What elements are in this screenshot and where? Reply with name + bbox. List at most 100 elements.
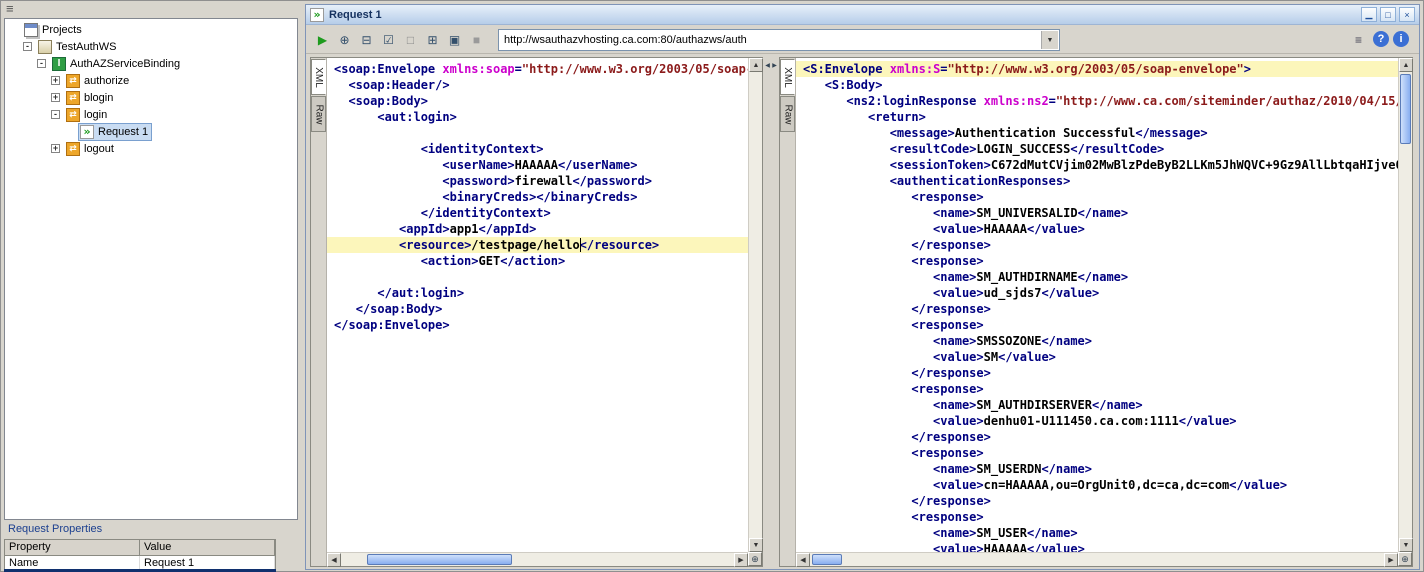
endpoint-url: http://wsauthazvhosting.ca.com:80/authaz…: [504, 34, 747, 46]
properties-table-body: Name Request 1: [5, 556, 275, 570]
scroll-up-icon[interactable]: ▲: [1399, 58, 1413, 72]
xml-line: <name>SM_AUTHDIRNAME</name>: [933, 270, 1129, 284]
tab-raw[interactable]: Raw: [311, 96, 326, 132]
stop-button[interactable]: □: [400, 29, 421, 50]
xml-line: </soap:Body>: [355, 302, 443, 316]
tree-item-inner: authorize: [64, 72, 133, 90]
tree-item-request-1[interactable]: Request 1: [5, 122, 297, 141]
tree-item-testauthws[interactable]: - TestAuthWS: [5, 38, 297, 55]
xml-line: <value>HAAAAA</value>: [933, 542, 1085, 552]
xml-line: <response>: [911, 382, 984, 396]
request-editor-pane: XML Raw <soap:Envelope xmlns:soap="http:/…: [310, 57, 763, 567]
close-button[interactable]: ×: [1399, 7, 1415, 22]
scroll-left-icon[interactable]: ◀: [796, 553, 810, 567]
minus-expander-icon[interactable]: -: [23, 42, 32, 51]
xml-line: <soap:Body>: [348, 94, 428, 108]
collapse-left-icon[interactable]: ◀: [764, 59, 771, 71]
xml-line: <ns2:loginResponse xmlns:ns2="http://www…: [846, 94, 1398, 108]
xml-line: <S:Body>: [824, 78, 883, 92]
plus-expander-icon[interactable]: +: [51, 93, 60, 102]
tab-xml[interactable]: XML: [780, 59, 795, 95]
tab-raw[interactable]: Raw: [780, 96, 795, 132]
request-horizontal-scrollbar[interactable]: ◀ ▶: [327, 552, 748, 567]
scroll-right-icon[interactable]: ▶: [1384, 553, 1398, 567]
xml-line: <message>Authentication Successful</mess…: [889, 126, 1208, 140]
plus-expander-icon[interactable]: +: [51, 76, 60, 85]
minus-expander-icon[interactable]: -: [51, 110, 60, 119]
maximize-button[interactable]: □: [1380, 7, 1396, 22]
scroll-right-icon[interactable]: ▶: [734, 553, 748, 567]
text-caret: [579, 238, 581, 252]
collapse-right-icon[interactable]: ▶: [771, 59, 778, 71]
tab-label: XML: [313, 66, 324, 88]
view-settings-button[interactable]: ≡: [1348, 29, 1369, 50]
zoom-corner-button[interactable]: ⊕: [748, 552, 762, 566]
tree-item-projects[interactable]: Projects: [5, 21, 297, 38]
combobox-arrow-icon[interactable]: ▼: [1041, 31, 1058, 49]
property-row[interactable]: Name Request 1: [5, 556, 275, 570]
tree-item-label: TestAuthWS: [56, 40, 117, 53]
clone-request-button[interactable]: ⊞: [422, 29, 443, 50]
scroll-up-icon[interactable]: ▲: [749, 58, 763, 72]
recreate-request-button[interactable]: ⊟: [356, 29, 377, 50]
tree-item-logout[interactable]: + logout: [5, 140, 297, 157]
panel-menu-icon[interactable]: ≡: [6, 1, 14, 16]
xml-line: <userName>HAAAAA</userName>: [442, 158, 638, 172]
properties-table-header: Property Value: [5, 540, 275, 556]
scrollbar-thumb[interactable]: [812, 554, 842, 565]
response-xml-editor[interactable]: <S:Envelope xmlns:S="http://www.w3.org/2…: [796, 59, 1398, 552]
open-window-button[interactable]: ▣: [444, 29, 465, 50]
xml-line: <return>: [868, 110, 926, 124]
add-to-testcase-button[interactable]: ⊕: [334, 29, 355, 50]
minimize-button[interactable]: ▁: [1361, 7, 1377, 22]
tree-item-login[interactable]: - login: [5, 106, 297, 123]
xml-line: </soap:Envelope>: [334, 318, 450, 332]
plus-expander-icon[interactable]: +: [51, 144, 60, 153]
xml-line: <response>: [911, 254, 984, 268]
validate-button[interactable]: ☑: [378, 29, 399, 50]
operation-icon: [66, 90, 80, 105]
xml-line: </response>: [911, 302, 991, 316]
tree-item-authazservicebinding[interactable]: - AuthAZServiceBinding: [5, 55, 297, 72]
tree-item-authorize[interactable]: + authorize: [5, 72, 297, 89]
column-header-value: Value: [140, 540, 275, 556]
tree-item-inner: AuthAZServiceBinding: [50, 55, 184, 73]
tree-item-blogin[interactable]: + blogin: [5, 89, 297, 106]
response-vertical-scrollbar[interactable]: ▲ ▼: [1398, 58, 1413, 552]
xml-line: <authenticationResponses>: [889, 174, 1071, 188]
response-horizontal-scrollbar[interactable]: ◀ ▶: [796, 552, 1398, 567]
window-buttons: ▁ □ ×: [1361, 7, 1415, 22]
xml-line: <resource>/testpage/hello</resource>: [327, 237, 748, 253]
request-window: Request 1 ▁□× ▶⊕⊟☑□⊞▣■ http://wsauthazvh…: [305, 4, 1420, 570]
property-value-cell[interactable]: Request 1: [140, 556, 275, 570]
scrollbar-thumb[interactable]: [1400, 74, 1411, 144]
editor-splitter[interactable]: ◀ ▶: [763, 57, 779, 567]
request-vertical-scrollbar[interactable]: ▲ ▼: [748, 58, 763, 552]
request-xml-editor[interactable]: <soap:Envelope xmlns:soap="http://www.w3…: [327, 59, 748, 552]
scrollbar-thumb[interactable]: [367, 554, 512, 565]
request-properties-table[interactable]: Property Value Name Request 1: [4, 539, 276, 571]
operation-icon: [66, 107, 80, 122]
scroll-left-icon[interactable]: ◀: [327, 553, 341, 567]
window-titlebar[interactable]: Request 1 ▁□×: [306, 5, 1419, 25]
tab-xml[interactable]: XML: [311, 59, 326, 95]
projects-tree[interactable]: Projects - TestAuthWS - AuthAZServiceBinding…: [4, 18, 298, 520]
endpoint-combobox[interactable]: http://wsauthazvhosting.ca.com:80/authaz…: [498, 29, 1060, 51]
tree-item-inner: TestAuthWS: [36, 38, 121, 56]
minus-expander-icon[interactable]: -: [37, 59, 46, 68]
zoom-corner-button[interactable]: ⊕: [1398, 552, 1412, 566]
xml-line: <value>denhu01-U111450.ca.com:1111</valu…: [933, 414, 1237, 428]
scroll-down-icon[interactable]: ▼: [749, 538, 763, 552]
help-button[interactable]: ?: [1373, 31, 1389, 47]
selected-tree-item: Request 1: [78, 122, 153, 141]
xml-line: <response>: [911, 446, 984, 460]
cancel-button[interactable]: ■: [466, 29, 487, 50]
xml-line: <appId>app1</appId>: [399, 222, 537, 236]
xml-line: <name>SMSSOZONE</name>: [933, 334, 1093, 348]
submit-button[interactable]: ▶: [312, 29, 333, 50]
info-button[interactable]: i: [1393, 31, 1409, 47]
tree-item-inner: login: [64, 106, 111, 124]
tree-item-label: logout: [84, 142, 114, 155]
tab-label: Raw: [313, 103, 325, 125]
scroll-down-icon[interactable]: ▼: [1399, 538, 1413, 552]
